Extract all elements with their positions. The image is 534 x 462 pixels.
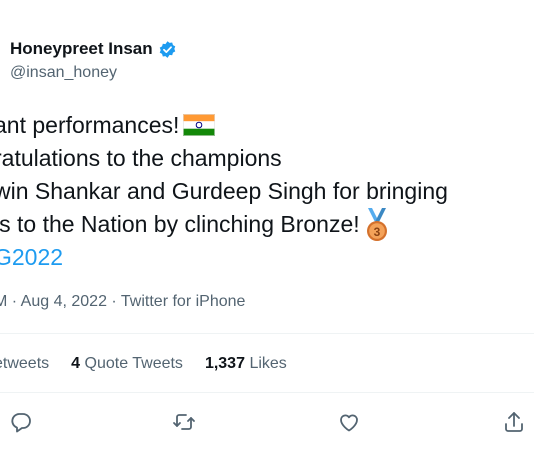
- retweet-button[interactable]: [172, 410, 196, 434]
- like-button[interactable]: [337, 410, 361, 434]
- likes-label: Likes: [249, 355, 287, 372]
- quote-label: Quote Tweets: [84, 355, 183, 372]
- tweet-date[interactable]: Aug 4, 2022: [21, 293, 107, 310]
- hashtag-link[interactable]: G2022: [0, 241, 63, 273]
- user-handle[interactable]: @insan_honey: [10, 64, 117, 82]
- user-display-name[interactable]: Honeypreet Insan: [10, 39, 153, 59]
- tweet-text-line-1: ant performances!: [0, 109, 216, 141]
- retweet-icon: [173, 414, 195, 430]
- likes-count: 1,337: [204, 355, 245, 372]
- bronze-medal-icon: 3: [362, 208, 392, 242]
- user-name-row[interactable]: Honeypreet Insan: [10, 39, 177, 59]
- quote-tweets-stat[interactable]: 4 Quote Tweets: [71, 355, 183, 372]
- tweet-text-line-2: ratulations to the champions: [0, 145, 282, 171]
- tweet-meta: M · Aug 4, 2022 · Twitter for iPhone: [0, 293, 245, 311]
- reply-icon: [11, 413, 31, 433]
- tweet-line-4-text: ls to the Nation by clinching Bronze!: [0, 211, 360, 237]
- tweet-text-line-4: ls to the Nation by clinching Bronze! 3: [0, 208, 392, 242]
- retweets-stat[interactable]: etweets: [0, 355, 49, 372]
- verified-badge-icon: [159, 40, 175, 58]
- reply-button[interactable]: [9, 410, 33, 434]
- heart-icon: [340, 414, 358, 432]
- medal-number: 3: [373, 225, 380, 239]
- divider-bottom: [0, 392, 534, 393]
- india-flag-icon: [183, 112, 216, 136]
- likes-stat[interactable]: 1,337 Likes: [205, 355, 287, 372]
- tweet-source[interactable]: Twitter for iPhone: [121, 293, 246, 310]
- share-button[interactable]: [502, 410, 526, 434]
- tweet-time[interactable]: M: [0, 293, 7, 310]
- quote-count: 4: [71, 355, 81, 372]
- tweet-text-line-3: win Shankar and Gurdeep Singh for bringi…: [0, 178, 448, 204]
- divider-top: [0, 333, 534, 334]
- tweet-stats: etweets 4 Quote Tweets 1,337 Likes: [0, 355, 287, 373]
- tweet-line-1-text: ant performances!: [0, 112, 180, 138]
- share-icon: [505, 412, 523, 432]
